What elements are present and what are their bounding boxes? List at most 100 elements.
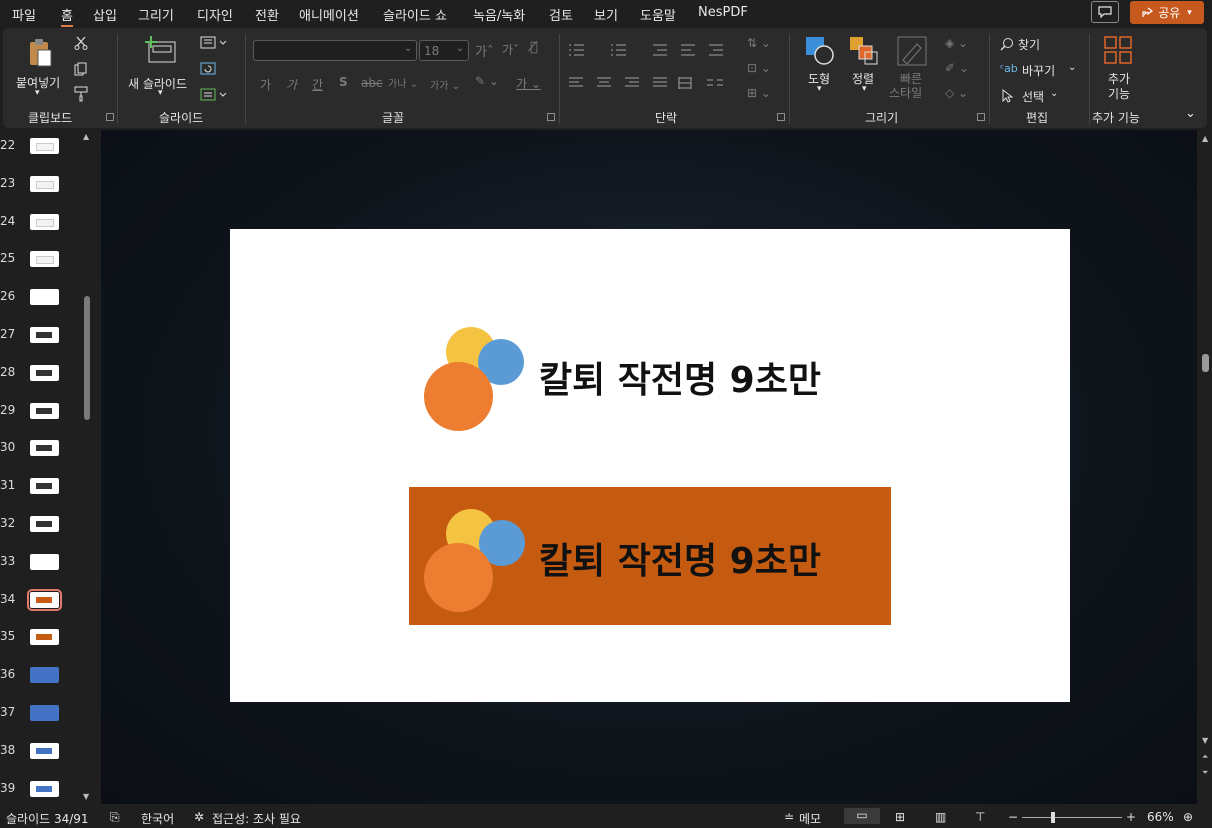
- font-name-field[interactable]: ⌄: [253, 40, 417, 61]
- menu-slideshow[interactable]: 슬라이드 쇼: [383, 5, 447, 24]
- text-direction-icon[interactable]: ⇅ ⌄: [747, 36, 771, 50]
- zoom-slider[interactable]: [1022, 817, 1122, 818]
- font-color-icon[interactable]: 가 ⌄: [516, 75, 541, 92]
- menu-animations[interactable]: 애니메이션: [299, 5, 359, 24]
- font-launcher-icon[interactable]: [547, 113, 555, 121]
- find-button[interactable]: 찾기: [1000, 36, 1070, 54]
- replace-button[interactable]: ᶜab 바꾸기 ⌄: [1000, 62, 1080, 80]
- shapes-button[interactable]: 도형 ▾: [799, 34, 839, 104]
- slide-thumbnail[interactable]: [27, 588, 62, 611]
- scroll-down-icon[interactable]: ▼: [1202, 736, 1208, 745]
- layout-icon[interactable]: [200, 36, 230, 50]
- reset-icon[interactable]: [200, 62, 216, 76]
- add-ins-button[interactable]: 추가 기능: [1097, 34, 1141, 104]
- slide[interactable]: 칼퇴 작전명 9초만: [230, 229, 1070, 702]
- shape-outline-icon[interactable]: ✐ ⌄: [945, 61, 969, 75]
- next-slide-icon[interactable]: ⏷: [1202, 768, 1208, 778]
- orange-circle[interactable]: [424, 362, 493, 431]
- menu-transitions[interactable]: 전환: [255, 5, 279, 24]
- copy-icon[interactable]: [74, 62, 88, 76]
- format-painter-icon[interactable]: [74, 86, 88, 102]
- slide-thumbnail[interactable]: [30, 742, 59, 759]
- menu-record[interactable]: 녹음/녹화: [473, 5, 525, 24]
- drawing-launcher-icon[interactable]: [977, 113, 985, 121]
- menu-nespdf[interactable]: NesPDF: [698, 5, 748, 20]
- scrollbar-thumb[interactable]: [1202, 354, 1209, 372]
- previous-slide-icon[interactable]: ⏶: [1202, 752, 1208, 762]
- strikethrough-icon[interactable]: abc: [361, 76, 383, 90]
- alignment-icons[interactable]: [569, 76, 745, 90]
- language-indicator[interactable]: 한국어: [141, 810, 174, 827]
- decrease-font-icon[interactable]: 가ˇ: [502, 41, 519, 58]
- vertical-scrollbar[interactable]: ▲ ▼ ⏶ ⏷: [1199, 130, 1212, 804]
- zoom-out-icon[interactable]: −: [1008, 810, 1018, 824]
- cut-icon[interactable]: [74, 36, 88, 50]
- new-slide-button[interactable]: 새 슬라이드 ▾: [125, 34, 197, 104]
- collapse-ribbon-icon[interactable]: ⌄: [1185, 106, 1196, 121]
- slide-thumbnail[interactable]: [30, 705, 59, 721]
- paste-button[interactable]: 붙여넣기 ▾: [15, 34, 65, 104]
- slide-thumbnail[interactable]: [30, 516, 59, 532]
- normal-view-icon[interactable]: ▭: [844, 808, 880, 824]
- slide-thumbnail[interactable]: [30, 251, 59, 268]
- thumbnail-scrollbar[interactable]: [84, 296, 90, 420]
- accessibility-status[interactable]: 접근성: 조사 필요: [212, 810, 301, 827]
- underline-icon[interactable]: 간: [312, 76, 323, 93]
- slide-thumbnail[interactable]: [30, 553, 59, 570]
- fit-to-window-icon[interactable]: ⊕: [1183, 810, 1193, 824]
- menu-draw[interactable]: 그리기: [138, 5, 174, 24]
- menu-design[interactable]: 디자인: [197, 5, 233, 24]
- slide-thumbnail[interactable]: [30, 138, 59, 154]
- slide-thumbnail[interactable]: [30, 364, 59, 381]
- slide-thumbnail[interactable]: [30, 213, 59, 230]
- notes-button[interactable]: 메모: [799, 810, 821, 827]
- spelling-check-icon[interactable]: ⎘: [110, 810, 120, 825]
- bold-icon[interactable]: 가: [260, 76, 271, 93]
- slide-thumbnail[interactable]: [30, 402, 59, 419]
- clipboard-launcher-icon[interactable]: [106, 113, 114, 121]
- change-case-icon[interactable]: 가가 ⌄: [430, 77, 460, 92]
- zoom-slider-thumb[interactable]: [1051, 812, 1055, 823]
- clear-formatting-icon[interactable]: 가̸: [530, 40, 538, 55]
- slide-thumbnail[interactable]: [30, 478, 59, 495]
- align-text-icon[interactable]: ⊡ ⌄: [747, 61, 771, 75]
- logo-text[interactable]: 칼퇴 작전명 9초만: [539, 351, 821, 403]
- zoom-level[interactable]: 66%: [1147, 810, 1174, 824]
- logo-text[interactable]: 칼퇴 작전명 9초만: [539, 532, 821, 584]
- accessibility-icon[interactable]: ✲: [194, 810, 204, 824]
- select-button[interactable]: 선택 ⌄: [1002, 88, 1072, 106]
- increase-font-icon[interactable]: 가ˆ: [475, 41, 493, 60]
- highlight-icon[interactable]: ✎ ⌄: [475, 74, 499, 88]
- slide-thumbnail[interactable]: [30, 289, 59, 306]
- quick-styles-button[interactable]: 빠른 스타일: [887, 34, 939, 104]
- logo-banner[interactable]: 칼퇴 작전명 9초만: [409, 487, 891, 625]
- slide-thumbnail[interactable]: [30, 175, 59, 192]
- character-spacing-icon[interactable]: 가나 ⌄: [388, 75, 418, 90]
- menu-file[interactable]: 파일: [12, 5, 36, 24]
- paragraph-launcher-icon[interactable]: [777, 113, 785, 121]
- menu-review[interactable]: 검토: [549, 5, 573, 24]
- arrange-button[interactable]: 정렬 ▾: [845, 34, 885, 104]
- shadow-icon[interactable]: S: [339, 75, 348, 89]
- shape-effects-icon[interactable]: ◇ ⌄: [945, 86, 968, 100]
- section-icon[interactable]: [200, 88, 230, 102]
- list-indent-icons[interactable]: [569, 42, 745, 58]
- font-size-field[interactable]: 18 ⌄: [419, 40, 469, 61]
- slide-thumbnail[interactable]: [30, 629, 59, 646]
- comments-button[interactable]: [1091, 1, 1119, 23]
- scroll-down-icon[interactable]: ▼: [83, 792, 89, 801]
- scroll-up-icon[interactable]: ▲: [1202, 134, 1208, 143]
- zoom-in-icon[interactable]: +: [1126, 810, 1136, 824]
- slide-thumbnail[interactable]: [30, 780, 59, 797]
- slideshow-view-icon[interactable]: ⊤: [975, 810, 985, 824]
- share-button[interactable]: 공유 ▾: [1130, 1, 1204, 24]
- menu-view[interactable]: 보기: [594, 5, 618, 24]
- reading-view-icon[interactable]: ▥: [935, 810, 946, 824]
- shape-fill-icon[interactable]: ◈ ⌄: [945, 36, 968, 50]
- slide-thumbnail[interactable]: [30, 327, 59, 343]
- scroll-up-icon[interactable]: ▲: [83, 132, 89, 141]
- italic-icon[interactable]: 가: [286, 76, 297, 93]
- slide-thumbnail[interactable]: [30, 440, 59, 457]
- slide-sorter-icon[interactable]: ⊞: [895, 810, 905, 824]
- slide-thumbnail[interactable]: [30, 667, 59, 684]
